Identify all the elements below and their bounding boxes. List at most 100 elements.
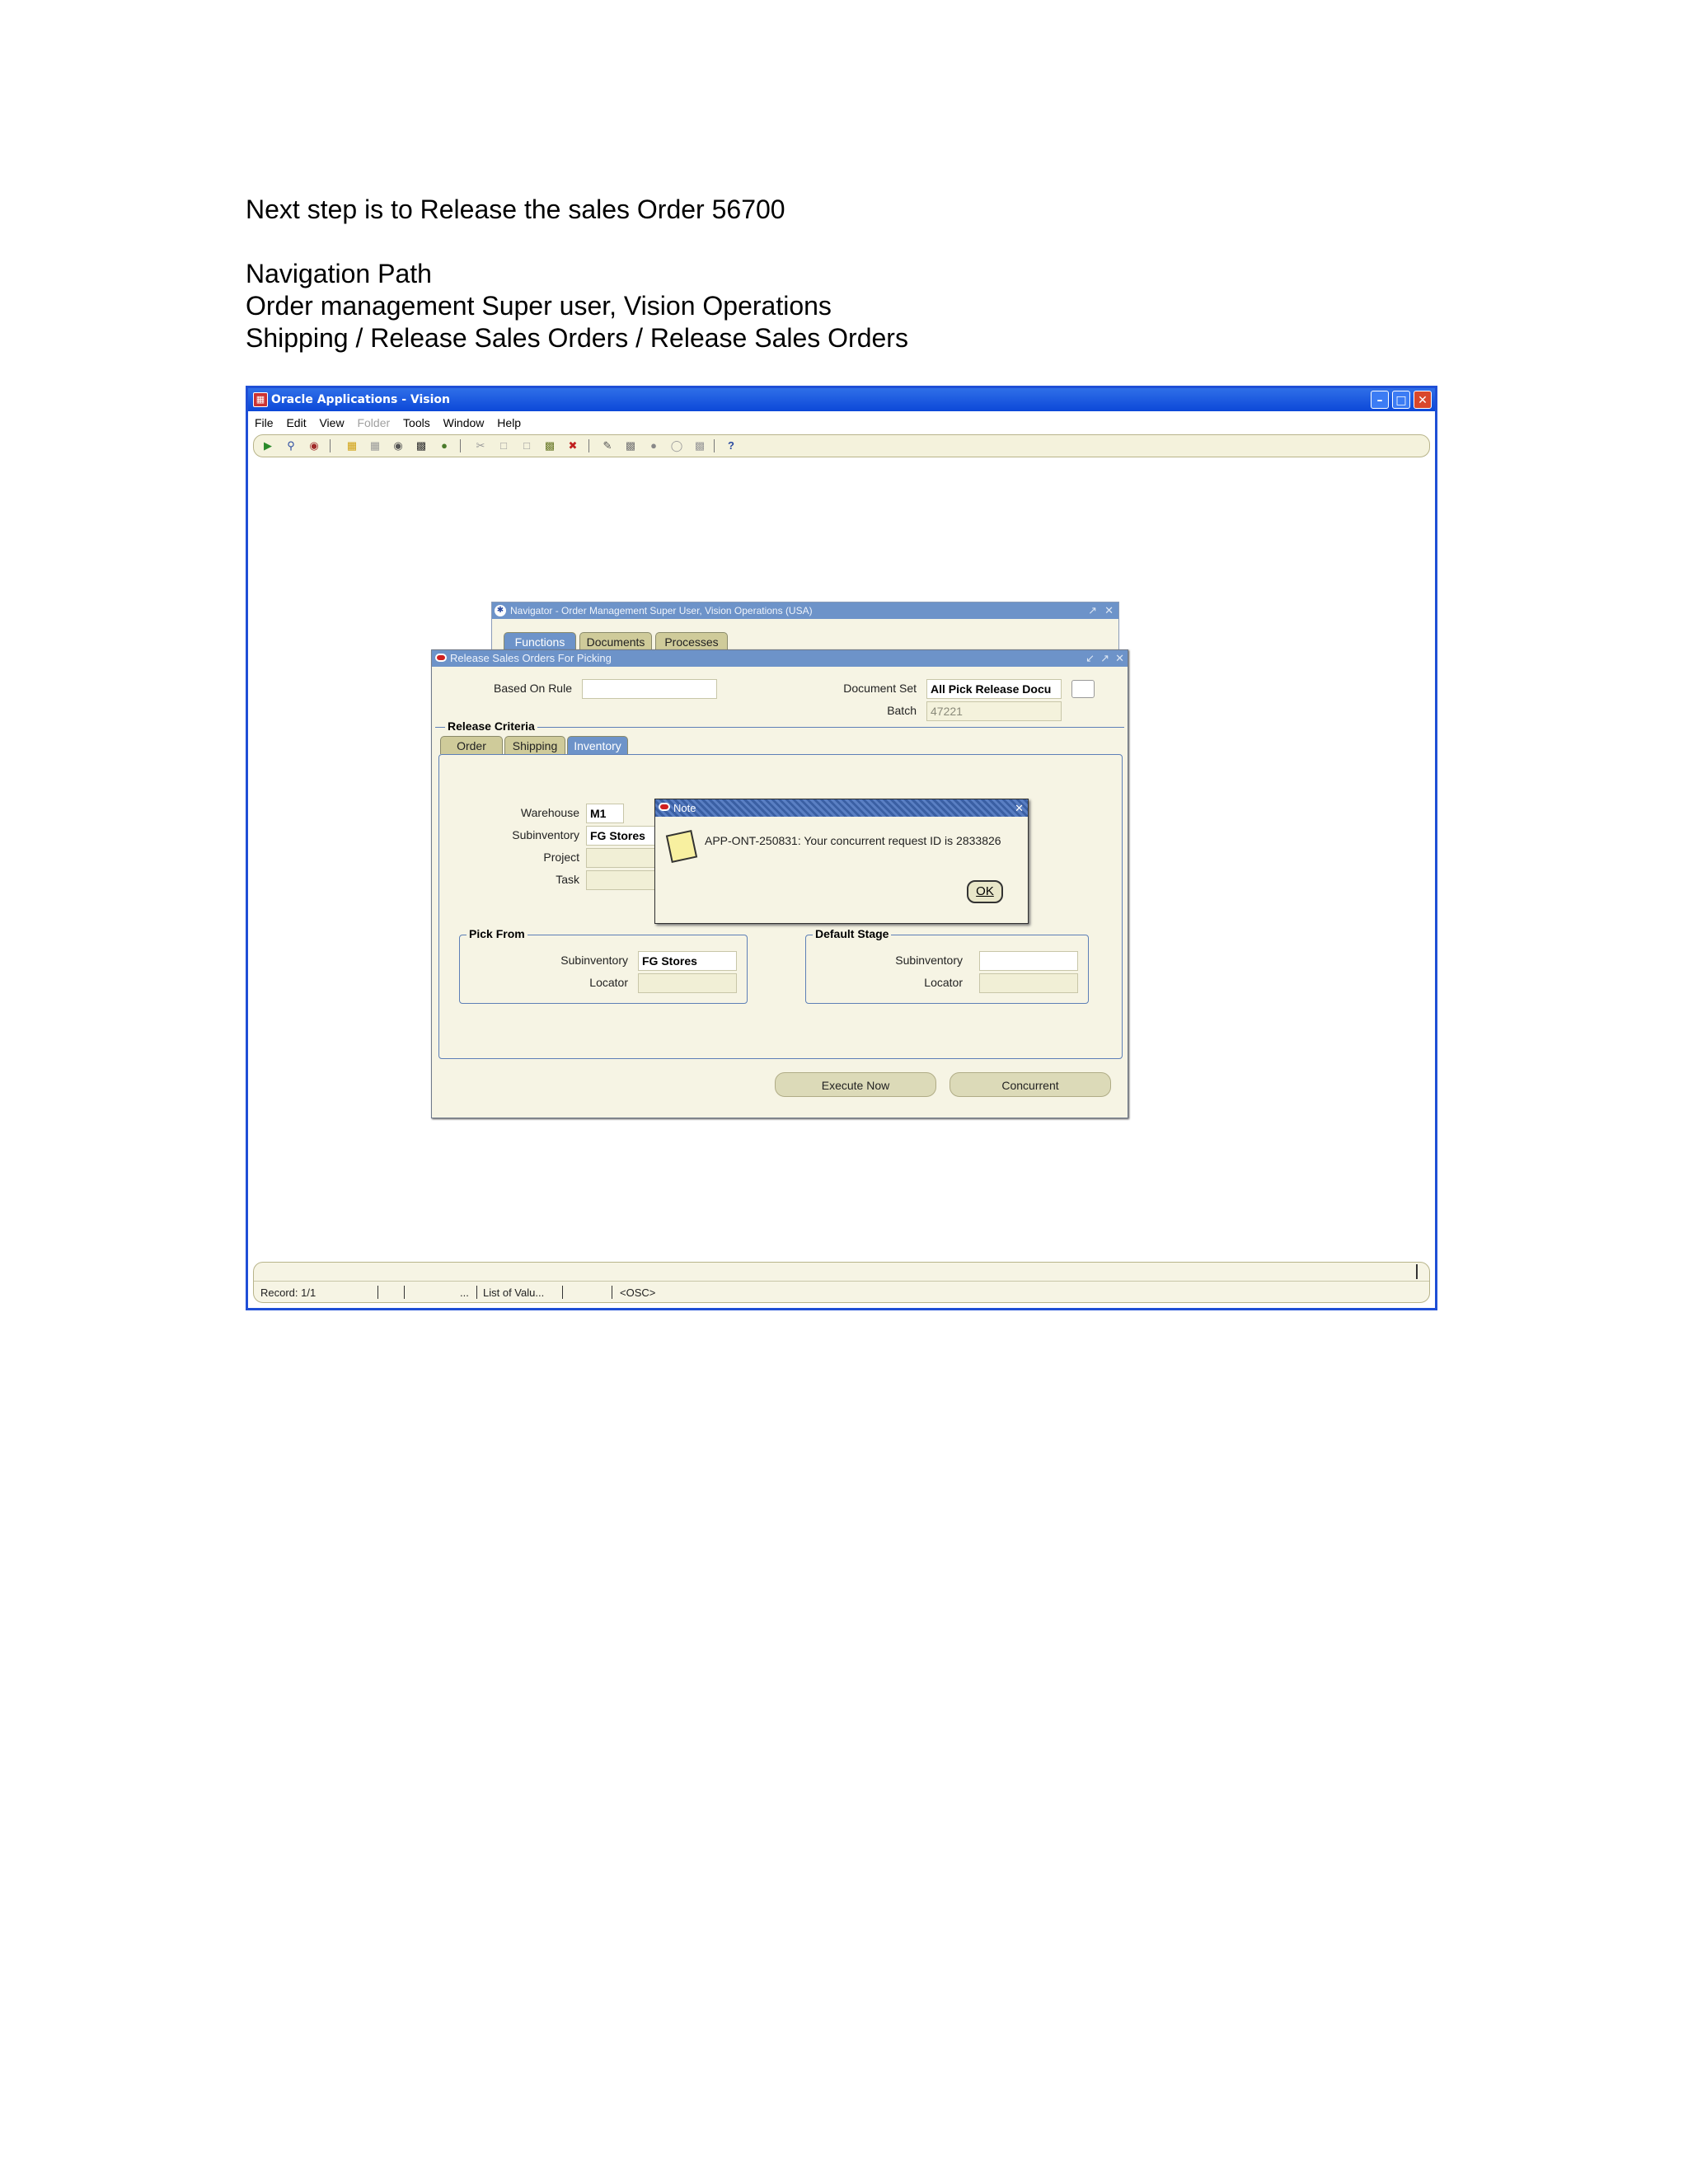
status-scroll-marker xyxy=(1416,1264,1418,1279)
pick-from-subinventory-field[interactable]: FG Stores xyxy=(638,951,737,971)
copy-icon: □ xyxy=(500,439,507,452)
release-window-titlebar[interactable]: Release Sales Orders For Picking ↙ ↗ ✕ xyxy=(432,650,1128,667)
project-label: Project xyxy=(543,851,579,864)
release-sales-orders-window: Release Sales Orders For Picking ↙ ↗ ✕ B… xyxy=(431,649,1128,1118)
save-icon: ▦ xyxy=(369,439,381,452)
note-title: Note xyxy=(673,802,696,814)
subinventory-label: Subinventory xyxy=(512,828,579,841)
navigator-titlebar[interactable]: ✱ Navigator - Order Management Super Use… xyxy=(492,602,1118,619)
tab-order[interactable]: Order xyxy=(440,736,503,754)
default-stage-locator-field[interactable] xyxy=(979,973,1078,993)
navigator-resize-icon[interactable]: ↗ xyxy=(1088,602,1097,619)
delete-record-icon[interactable]: ✖ xyxy=(565,438,580,453)
status-osc: <OSC> xyxy=(620,1286,656,1299)
default-stage-group: Default Stage Subinventory Locator xyxy=(805,927,1089,1004)
navigator-window: ✱ Navigator - Order Management Super Use… xyxy=(491,602,1119,653)
doc-menu-path: Shipping / Release Sales Orders / Releas… xyxy=(246,323,908,353)
menu-window[interactable]: Window xyxy=(443,416,485,429)
edit-field-icon[interactable]: ✎ xyxy=(600,438,615,453)
find-icon[interactable]: ⚲ xyxy=(284,438,298,453)
app-title: Oracle Applications - Vision xyxy=(271,393,451,406)
status-dots: ... xyxy=(460,1286,469,1299)
release-window-title: Release Sales Orders For Picking xyxy=(450,652,612,664)
folder-tools-icon: ▩ xyxy=(694,439,706,452)
ok-button[interactable]: OK xyxy=(967,880,1003,903)
oracle-app-icon: ▦ xyxy=(253,392,268,407)
note-close-icon[interactable]: ✕ xyxy=(1015,799,1024,817)
release-maximize-icon[interactable]: ↗ xyxy=(1100,650,1109,667)
warehouse-label: Warehouse xyxy=(520,806,579,819)
release-criteria-divider xyxy=(435,727,1124,728)
translations-icon[interactable]: ● xyxy=(646,438,661,453)
close-form-icon[interactable]: ● xyxy=(437,438,452,453)
tab-processes[interactable]: Processes xyxy=(655,632,728,650)
doc-heading: Next step is to Release the sales Order … xyxy=(246,194,785,224)
minimize-icon[interactable]: – xyxy=(1371,391,1389,409)
menu-help[interactable]: Help xyxy=(497,416,521,429)
note-icon xyxy=(665,830,698,863)
menu-view[interactable]: View xyxy=(319,416,344,429)
navigator-close-icon[interactable]: ✕ xyxy=(1104,602,1114,619)
menu-edit[interactable]: Edit xyxy=(286,416,306,429)
menu-folder: Folder xyxy=(357,416,391,429)
default-stage-subinventory-field[interactable] xyxy=(979,951,1078,971)
based-on-rule-label: Based On Rule xyxy=(494,682,572,695)
status-list-of-values: List of Valu... xyxy=(483,1286,545,1299)
menu-file[interactable]: File xyxy=(255,416,274,429)
note-dialog: Note ✕ APP-ONT-250831: Your concurrent r… xyxy=(654,799,1029,924)
note-titlebar[interactable]: Note ✕ xyxy=(655,799,1028,817)
pick-from-title: Pick From xyxy=(467,927,528,940)
print-icon[interactable]: ▩ xyxy=(414,438,429,453)
doc-nav-path-label: Navigation Path xyxy=(246,259,432,288)
release-close-icon[interactable]: ✕ xyxy=(1115,650,1124,667)
cut-icon: ✂ xyxy=(476,439,485,452)
tab-documents[interactable]: Documents xyxy=(579,632,652,650)
navigator-window-icon: ✱ xyxy=(495,605,506,616)
toolbar: ▶ ⚲ ◉ ▦ ▦ ◉ ▩ ● ✂ □ □ ▩ ✖ ✎ ▩ ● ◯ ▩ ? xyxy=(253,434,1430,457)
tab-shipping[interactable]: Shipping xyxy=(504,736,565,754)
navigator-icon[interactable]: ◉ xyxy=(307,438,321,453)
pick-from-group: Pick From Subinventory FG Stores Locator xyxy=(459,927,748,1004)
next-step-icon[interactable]: ◉ xyxy=(391,438,406,453)
release-minimize-icon[interactable]: ↙ xyxy=(1085,650,1095,667)
menu-bar: File Edit View Folder Tools Window Help xyxy=(248,413,1435,433)
default-stage-locator-label: Locator xyxy=(924,976,963,989)
new-record-icon[interactable]: ▶ xyxy=(260,438,275,453)
note-message: APP-ONT-250831: Your concurrent request … xyxy=(705,834,1001,847)
maximize-icon[interactable]: □ xyxy=(1392,391,1410,409)
help-icon[interactable]: ? xyxy=(724,438,738,453)
tab-functions[interactable]: Functions xyxy=(504,632,576,650)
release-criteria-label: Release Criteria xyxy=(445,719,537,733)
doc-responsibility: Order management Super user, Vision Oper… xyxy=(246,291,832,321)
close-icon[interactable]: ✕ xyxy=(1414,391,1432,409)
document-set-label: Document Set xyxy=(843,682,917,695)
based-on-rule-field[interactable] xyxy=(582,679,717,699)
app-titlebar[interactable]: ▦ Oracle Applications - Vision – □ ✕ xyxy=(248,388,1435,411)
default-stage-subinventory-label: Subinventory xyxy=(895,954,963,967)
default-stage-title: Default Stage xyxy=(813,927,892,940)
zoom-icon[interactable]: ▩ xyxy=(623,438,638,453)
note-oracle-icon xyxy=(659,803,670,811)
pick-from-locator-field[interactable] xyxy=(638,973,737,993)
attachments-icon[interactable]: ◯ xyxy=(669,438,684,453)
batch-field: 47221 xyxy=(926,701,1062,721)
paste-icon: □ xyxy=(523,439,530,452)
clear-record-icon[interactable]: ▩ xyxy=(542,438,557,453)
pick-from-locator-label: Locator xyxy=(589,976,628,989)
menu-tools[interactable]: Tools xyxy=(403,416,430,429)
navigator-title: Navigator - Order Management Super User,… xyxy=(510,605,813,616)
document-set-lov-button[interactable] xyxy=(1071,680,1095,698)
status-bar: Record: 1/1 ... List of Valu... <OSC> xyxy=(253,1262,1430,1303)
document-set-field[interactable]: All Pick Release Docu xyxy=(926,679,1062,699)
batch-label: Batch xyxy=(887,704,917,717)
status-record: Record: 1/1 xyxy=(260,1286,316,1299)
oracle-form-icon xyxy=(435,654,447,662)
execute-now-button[interactable]: Execute Now xyxy=(775,1072,936,1097)
tab-inventory[interactable]: Inventory xyxy=(567,736,628,754)
oracle-app-window: ▦ Oracle Applications - Vision – □ ✕ Fil… xyxy=(246,386,1437,1310)
open-icon[interactable]: ▦ xyxy=(345,438,359,453)
pick-from-subinventory-label: Subinventory xyxy=(560,954,628,967)
concurrent-button[interactable]: Concurrent xyxy=(950,1072,1111,1097)
task-label: Task xyxy=(556,873,579,886)
warehouse-field[interactable]: M1 xyxy=(586,804,624,823)
